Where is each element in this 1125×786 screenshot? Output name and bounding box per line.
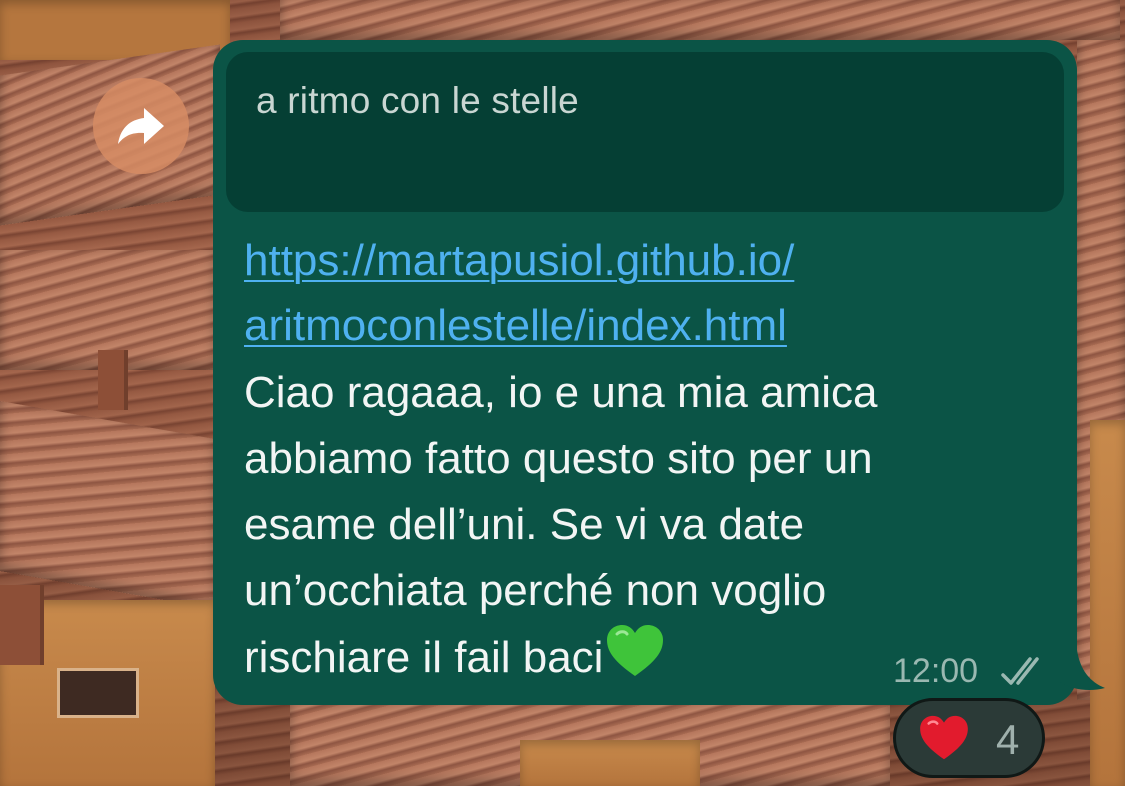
reaction-pill[interactable]: 4 (893, 698, 1045, 778)
chimney (0, 585, 44, 665)
link-line[interactable]: aritmoconlestelle/index.html (244, 293, 794, 358)
message-line: un’occhiata perché non voglio (244, 566, 827, 615)
building-wall (520, 740, 700, 786)
double-check-icon (1001, 657, 1039, 685)
building-window (57, 668, 139, 718)
quoted-message-text: a ritmo con le stelle (256, 80, 579, 121)
building-wall (1090, 420, 1125, 786)
message-line: Ciao ragaaa, io e una mia amica (244, 368, 878, 417)
message-link[interactable]: https://martapusiol.github.io/ aritmocon… (244, 228, 794, 358)
red-heart-icon (920, 715, 968, 760)
message-text: Ciao ragaaa, io e una mia amica abbiamo … (244, 360, 1044, 691)
message-line: rischiare il fail baci (244, 633, 604, 682)
message-time: 12:00 (893, 652, 979, 690)
forward-arrow-icon (118, 108, 164, 144)
reaction-count: 4 (996, 716, 1020, 763)
message-line: abbiamo fatto questo sito per un (244, 434, 873, 483)
bubble-tail (1060, 650, 1105, 690)
chimney (98, 350, 128, 410)
green-heart-icon (607, 625, 664, 676)
link-line[interactable]: https://martapusiol.github.io/ (244, 228, 794, 293)
roof (280, 0, 1120, 40)
message-line: esame dell’uni. Se vi va date (244, 500, 805, 549)
quoted-message[interactable] (226, 52, 1064, 212)
forward-button[interactable] (93, 78, 189, 174)
